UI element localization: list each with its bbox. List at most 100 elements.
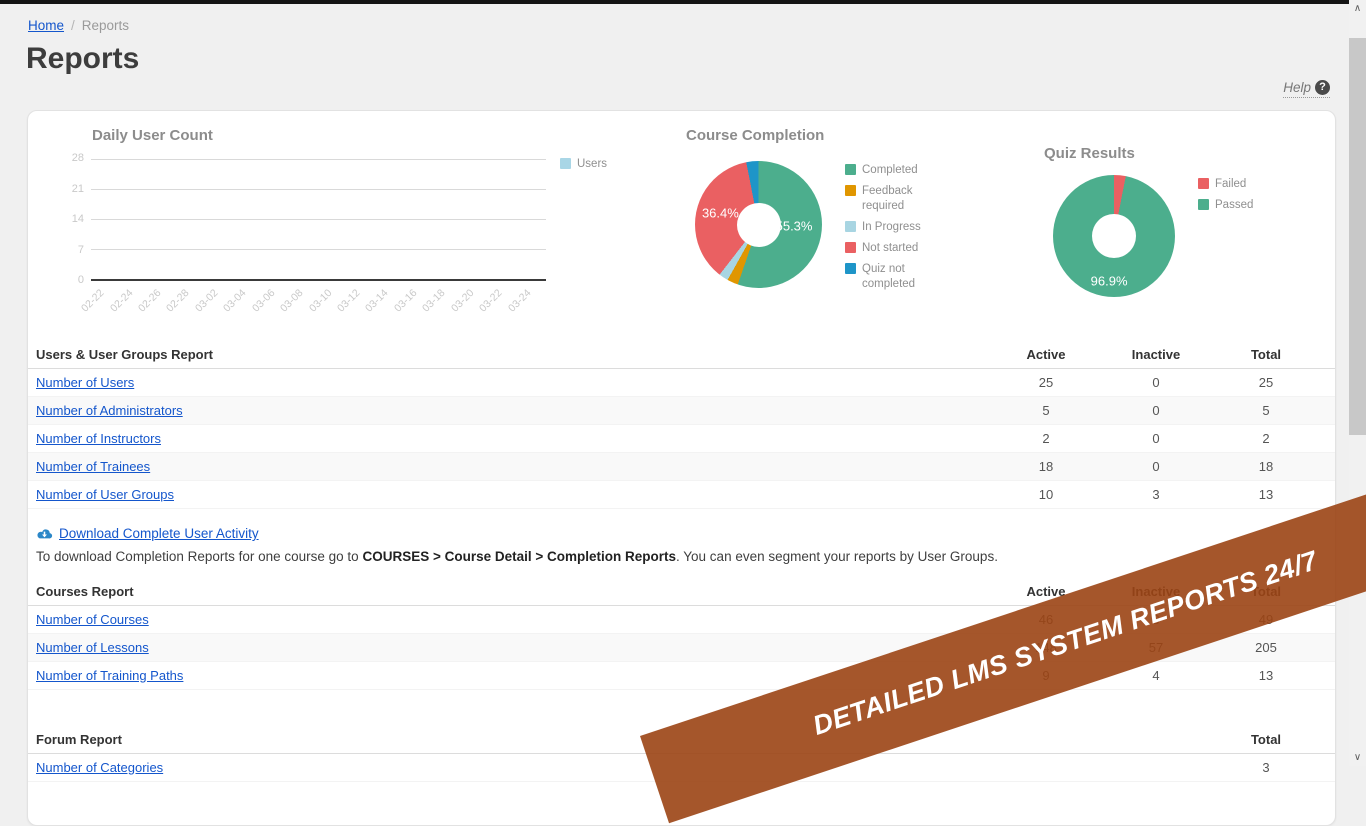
legend-label: Passed (1215, 198, 1253, 213)
charts-area: Daily User Count 07142128 02-2202-2402-2… (28, 111, 1335, 341)
help-link[interactable]: Help ? (1283, 80, 1330, 98)
column-header: Total (1211, 726, 1321, 754)
daily-user-count-chart: Daily User Count 07142128 02-2202-2402-2… (64, 127, 546, 317)
scrollbar-thumb[interactable] (1349, 38, 1366, 435)
breadcrumb-current: Reports (82, 18, 129, 33)
chart-title: Quiz Results (1044, 145, 1286, 163)
y-tick-label: 0 (78, 274, 84, 286)
legend-color-swatch (560, 158, 571, 169)
legend-label: Completed (862, 163, 918, 178)
chart-legend: Completed Feedback required In Progress Not… (845, 163, 933, 298)
value-cell: 2 (1211, 425, 1321, 453)
x-tick-label: 02-24 (108, 287, 135, 314)
y-tick-label: 7 (78, 244, 84, 256)
legend-item: In Progress (845, 220, 933, 235)
row-label-cell: Number of Trainees (28, 453, 991, 481)
legend-item: Completed (845, 163, 933, 178)
x-tick-label: 03-14 (363, 287, 390, 314)
value-cell: 13 (1211, 481, 1321, 509)
vertical-scrollbar[interactable]: ∧ ∨ (1349, 0, 1366, 766)
legend-label: Not started (862, 241, 918, 256)
breadcrumb-home-link[interactable]: Home (28, 18, 64, 33)
breadcrumb-separator: / (71, 18, 75, 33)
legend-label: Quiz not completed (862, 262, 933, 292)
row-label-cell: Number of Administrators (28, 397, 991, 425)
legend-label: Failed (1215, 177, 1246, 192)
table-row: Number of Administrators505 (28, 397, 1335, 425)
section-title: Forum Report (28, 726, 1211, 754)
spacer (1321, 726, 1335, 754)
x-tick-label: 02-22 (79, 287, 106, 314)
note-bold-path: COURSES > Course Detail > Completion Rep… (362, 549, 676, 564)
x-tick-label: 03-10 (307, 287, 334, 314)
legend-label: In Progress (862, 220, 921, 235)
legend-color-swatch (845, 242, 856, 253)
value-cell: 3 (1211, 753, 1321, 781)
y-tick-label: 28 (72, 152, 84, 164)
legend-label: Users (577, 157, 607, 172)
note-text: To download Completion Reports for one c… (36, 549, 362, 564)
legend-item: Users (560, 157, 607, 172)
chart-legend: Failed Passed (1198, 177, 1286, 297)
x-tick-label: 03-18 (420, 287, 447, 314)
help-question-icon: ? (1315, 80, 1330, 95)
report-link[interactable]: Number of Trainees (36, 459, 150, 474)
report-link[interactable]: Number of Training Paths (36, 668, 183, 683)
report-link[interactable]: Number of Instructors (36, 431, 161, 446)
column-header: Total (1211, 341, 1321, 369)
donut-percent-label: 55.3% (776, 218, 813, 233)
table-row: Number of Users25025 (28, 369, 1335, 397)
legend-color-swatch (845, 185, 856, 196)
report-link[interactable]: Number of Categories (36, 760, 163, 775)
x-tick-label: 03-12 (335, 287, 362, 314)
legend-item: Quiz not completed (845, 262, 933, 292)
row-label-cell: Number of Users (28, 369, 991, 397)
breadcrumb: Home / Reports (28, 18, 129, 33)
report-link[interactable]: Number of Users (36, 375, 134, 390)
value-cell: 0 (1101, 369, 1211, 397)
chart-title: Course Completion (686, 127, 933, 145)
donut-chart: 96.9% (1053, 175, 1175, 297)
value-cell: 13 (1211, 661, 1321, 689)
row-label-cell: Number of Lessons (28, 633, 991, 661)
report-link[interactable]: Number of Courses (36, 612, 149, 627)
scrollbar-down-icon[interactable]: ∨ (1349, 749, 1366, 766)
report-link[interactable]: Number of User Groups (36, 487, 174, 502)
value-cell: 0 (1101, 397, 1211, 425)
spacer (1321, 397, 1335, 425)
spacer (1321, 661, 1335, 689)
legend-item: Feedback required (845, 184, 933, 214)
top-window-strip (0, 0, 1349, 4)
x-tick-label: 02-26 (136, 287, 163, 314)
spacer (1321, 453, 1335, 481)
report-link[interactable]: Number of Lessons (36, 640, 149, 655)
x-tick-label: 03-08 (278, 287, 305, 314)
spacer (1321, 753, 1335, 781)
legend-item: Not started (845, 241, 933, 256)
legend-item: Passed (1198, 198, 1286, 213)
donut-percent-label: 96.9% (1091, 274, 1128, 289)
value-cell: 0 (1101, 453, 1211, 481)
value-cell: 3 (1101, 481, 1211, 509)
value-cell: 25 (991, 369, 1101, 397)
legend-color-swatch (845, 263, 856, 274)
report-link[interactable]: Number of Administrators (36, 403, 183, 418)
download-complete-user-activity-link[interactable]: Download Complete User Activity (36, 526, 259, 541)
value-cell: 2 (991, 425, 1101, 453)
page-title: Reports (26, 42, 139, 76)
quiz-results-chart: Quiz Results 96.9% Failed Passed (1044, 145, 1286, 297)
completion-reports-note: To download Completion Reports for one c… (36, 549, 1335, 564)
value-cell: 18 (1211, 453, 1321, 481)
x-tick-label: 03-04 (221, 287, 248, 314)
chart-legend: Users (560, 157, 607, 178)
download-block: Download Complete User Activity (36, 526, 1335, 544)
x-tick-label: 03-22 (477, 287, 504, 314)
chart-title: Daily User Count (92, 127, 546, 145)
bars (91, 159, 546, 279)
value-cell: 5 (991, 397, 1101, 425)
scrollbar-up-icon[interactable]: ∧ (1349, 0, 1366, 17)
table-row: Number of User Groups10313 (28, 481, 1335, 509)
row-label-cell: Number of Categories (28, 753, 1211, 781)
spacer (28, 690, 1335, 726)
spacer (1321, 369, 1335, 397)
